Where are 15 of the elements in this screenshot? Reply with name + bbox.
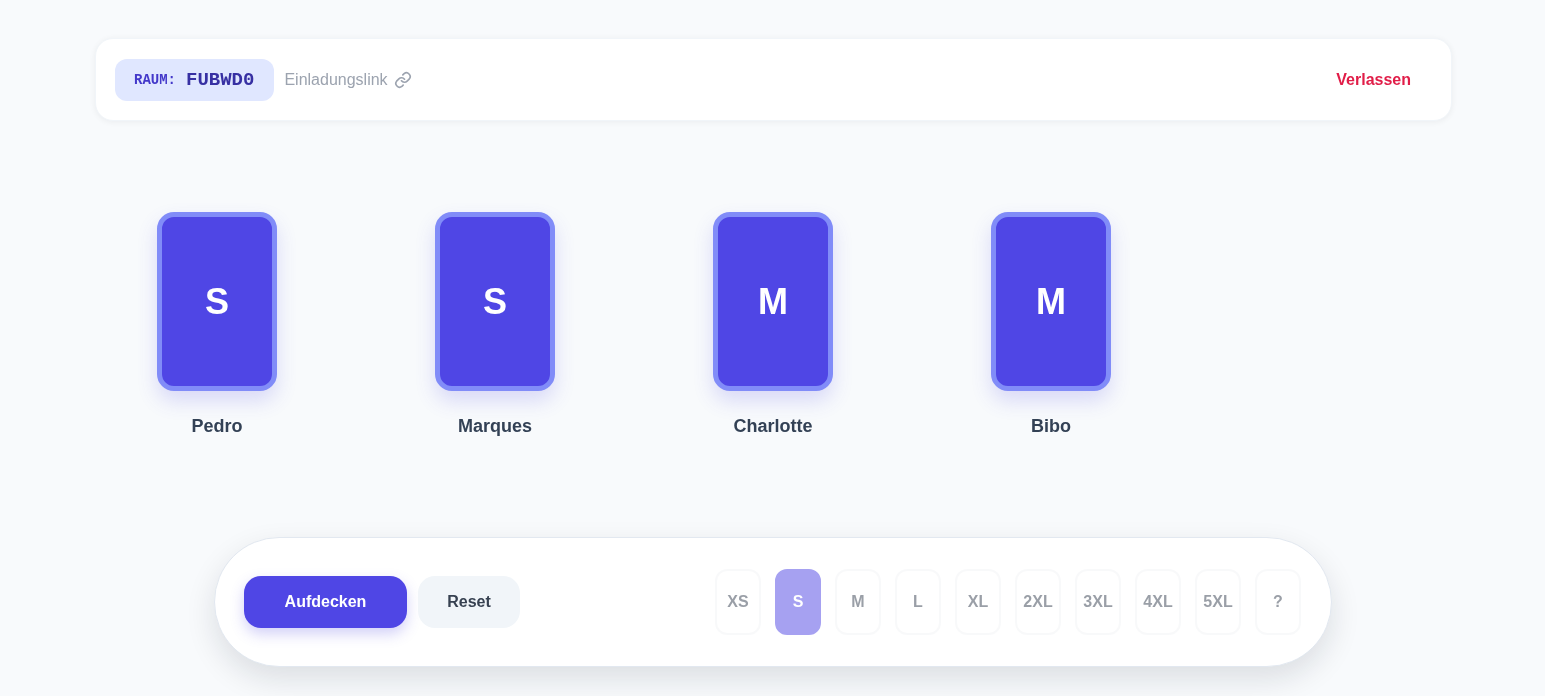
player-card: S (435, 212, 555, 391)
invite-link[interactable]: Einladungslink (284, 70, 412, 89)
player-card: M (991, 212, 1111, 391)
player-name: Marques (458, 416, 532, 437)
reveal-button[interactable]: Aufdecken (244, 576, 407, 628)
player-name: Bibo (1031, 416, 1071, 437)
reset-button[interactable]: Reset (418, 576, 520, 628)
room-label: RAUM: (134, 71, 176, 88)
room-code: FUBWD0 (186, 68, 255, 91)
player-card: S (157, 212, 277, 391)
player-card: M (713, 212, 833, 391)
leave-button[interactable]: Verlassen (1336, 70, 1411, 89)
link-icon (393, 70, 412, 89)
player-name: Pedro (191, 416, 243, 437)
player-name: Charlotte (733, 416, 813, 437)
